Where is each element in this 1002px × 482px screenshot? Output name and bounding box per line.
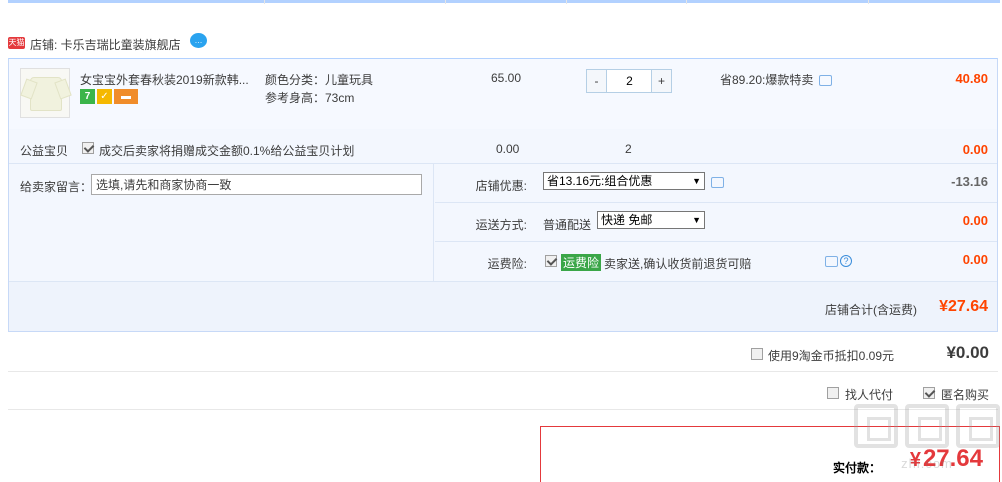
promo-text: 省89.20:爆款特卖 (720, 73, 814, 87)
watermark-logo-char (905, 404, 949, 448)
product-title-link[interactable]: 女宝宝外套春秋装2019新款韩... (80, 71, 260, 88)
charity-label: 公益宝贝 (20, 144, 69, 158)
shipping-type: 普通配送 (543, 218, 592, 232)
insurance-checkbox[interactable] (545, 255, 557, 267)
discount-info-icon[interactable] (711, 177, 724, 188)
sku-info: 颜色分类：儿童玩具 参考身高：73cm (265, 71, 373, 107)
anonymous-label: 匿名购买 (941, 388, 990, 402)
watermark-logo-char (956, 404, 1000, 448)
service-icons: 7 ✓ ▬ (80, 89, 140, 105)
memo-input[interactable] (91, 174, 422, 195)
insurance-row: 运费险: 运费险 卖家送,确认收货前退货可赔 ? 0.00 (435, 242, 997, 281)
insurance-info-icon[interactable] (825, 256, 838, 267)
chat-bubble-icon[interactable]: … (190, 33, 207, 48)
credit-card-icon[interactable]: ▬ (114, 89, 138, 104)
column-divider (868, 0, 869, 4)
dropdown-arrow-icon: ▼ (692, 215, 701, 225)
promo-info-icon[interactable] (819, 75, 833, 87)
discount-label: 店铺优惠: (475, 179, 527, 193)
charity-total: 0.00 (962, 142, 988, 157)
proxy-pay-checkbox[interactable] (827, 387, 839, 399)
discount-amount: -13.16 (951, 174, 988, 189)
shop-total-amount: ¥27.64 (939, 298, 988, 315)
column-divider (264, 0, 265, 4)
guarantee-icon[interactable]: ✓ (97, 89, 112, 104)
top-divider (8, 0, 1000, 4)
sku-color: 颜色分类：儿童玩具 (265, 73, 374, 87)
help-icon[interactable]: ? (840, 255, 852, 267)
watermark-logo-char (854, 404, 898, 448)
insurance-label: 运费险: (487, 257, 527, 271)
proxy-pay-label: 找人代付 (845, 388, 894, 402)
dropdown-arrow-icon: ▼ (692, 176, 701, 186)
shipping-select[interactable]: 快递 免邮 ▼ (597, 211, 705, 229)
coins-text: 使用9淘金币抵扣0.09元 (768, 349, 895, 363)
discount-row: 店铺优惠: 省13.16元:组合优惠 ▼ -13.16 (435, 164, 997, 203)
insurance-text: 卖家送,确认收货前退货可赔 (604, 257, 752, 271)
unit-price: 65.00 (491, 71, 522, 85)
charity-price: 0.00 (496, 142, 520, 156)
shop-total-row: 店铺合计(含运费) ¥27.64 (9, 281, 997, 331)
payment-options-row: 找人代付 匿名购买 (8, 378, 998, 410)
charity-quantity: 2 (625, 142, 632, 156)
site-watermark: zhi.com (854, 404, 1000, 482)
shop-name-link[interactable]: 店铺: 卡乐吉瑞比童装旗舰店 (30, 36, 181, 53)
product-thumbnail[interactable] (20, 68, 70, 118)
anonymous-checkbox[interactable] (923, 387, 935, 399)
column-divider (566, 0, 567, 4)
shipping-label: 运送方式: (475, 218, 527, 232)
shipping-row: 运送方式: 普通配送 快递 免邮 ▼ 0.00 (435, 203, 997, 242)
charity-row: 公益宝贝 成交后卖家将捐赠成交金额0.1%给公益宝贝计划 0.00 2 0.00 (9, 137, 997, 161)
quantity-decrease-button[interactable]: - (587, 70, 607, 92)
quantity-stepper: - 2 + (586, 69, 672, 93)
promo-info: 省89.20:爆款特卖 (720, 71, 833, 88)
order-panel: 女宝宝外套春秋装2019新款韩... 7 ✓ ▬ 颜色分类：儿童玩具 参考身高：73… (8, 58, 998, 332)
order-options: 给卖家留言： 店铺优惠: 省13.16元:组合优惠 ▼ -13.16 运送方式: … (9, 163, 997, 282)
taobao-coins-row: 使用9淘金币抵扣0.09元 ¥0.00 (8, 338, 998, 372)
column-divider (445, 0, 446, 4)
order-item-row: 女宝宝外套春秋装2019新款韩... 7 ✓ ▬ 颜色分类：儿童玩具 参考身高：73… (9, 59, 997, 129)
insurance-amount: 0.00 (962, 252, 988, 267)
charity-description: 成交后卖家将捐赠成交金额0.1%给公益宝贝计划 (99, 144, 355, 158)
discount-select[interactable]: 省13.16元:组合优惠 ▼ (543, 172, 705, 190)
shipping-select-value: 快递 免邮 (601, 213, 653, 227)
column-divider (686, 0, 687, 4)
item-subtotal: 40.80 (955, 71, 988, 86)
memo-label: 给卖家留言： (20, 180, 93, 194)
sku-height: 参考身高：73cm (265, 91, 355, 105)
shop-total-label: 店铺合计(含运费) (825, 303, 917, 317)
insurance-badge: 运费险 (561, 254, 602, 271)
clothing-image (30, 77, 62, 111)
quantity-input[interactable]: 2 (608, 70, 651, 92)
shipping-amount: 0.00 (962, 213, 988, 228)
seven-day-return-icon[interactable]: 7 (80, 89, 95, 104)
memo-section: 给卖家留言： (9, 164, 434, 282)
discount-select-value: 省13.16元:组合优惠 (547, 174, 653, 188)
quantity-increase-button[interactable]: + (651, 70, 671, 92)
coins-amount: ¥0.00 (946, 343, 989, 362)
tmall-badge: 天猫 (8, 37, 25, 49)
watermark-text: zhi.com (901, 456, 953, 471)
shop-header: 天猫 店铺: 卡乐吉瑞比童装旗舰店 … (8, 30, 998, 56)
charity-checkbox[interactable] (82, 142, 94, 154)
coins-checkbox[interactable] (751, 348, 763, 360)
